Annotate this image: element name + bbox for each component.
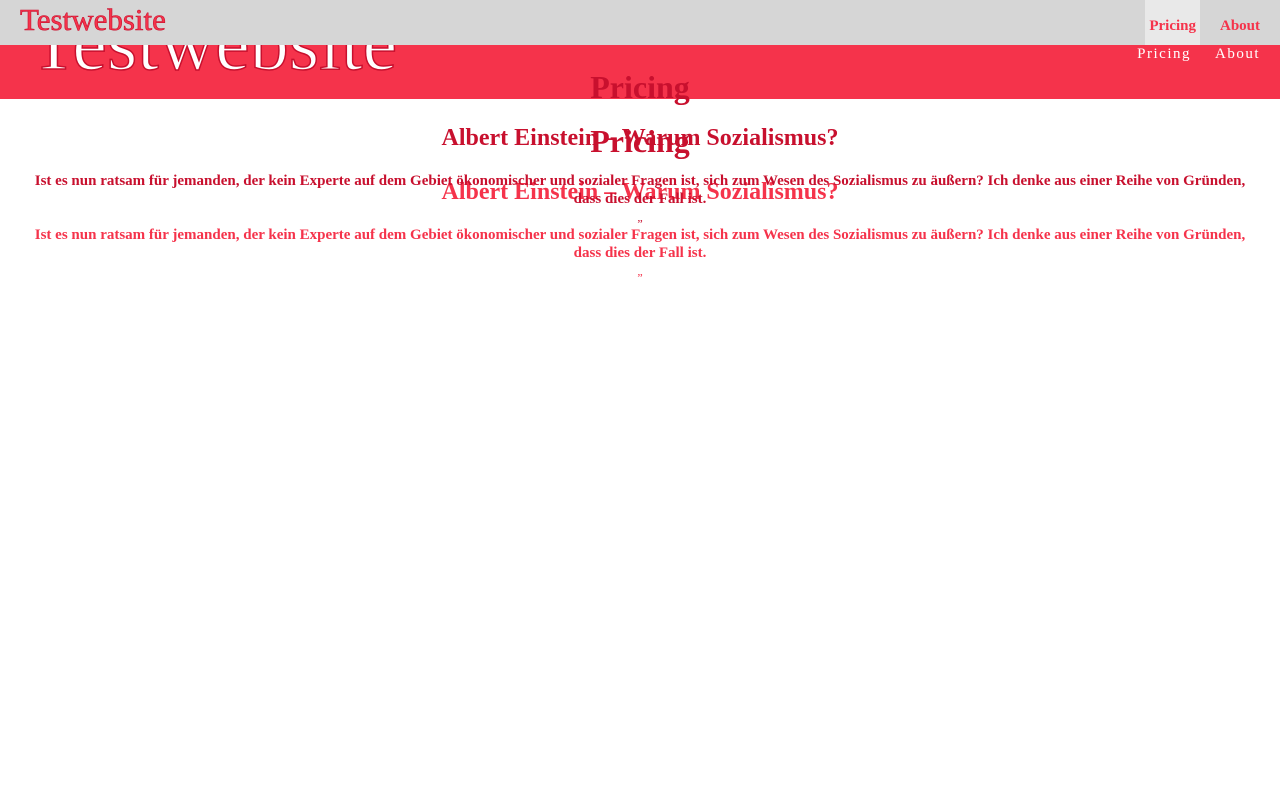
grey-header-bar [0, 0, 1280, 45]
site-logo[interactable]: Testwebsite [20, 4, 167, 36]
article-heading: Albert Einstein – Warum Sozialismus? [441, 125, 839, 151]
nav-item-pricing[interactable]: Pricing [1145, 0, 1200, 45]
nav-item-about-duplicate[interactable]: About [1191, 45, 1260, 63]
page: Testwebsite Pricing About Pricing Albert… [0, 0, 1280, 800]
main-nav: Pricing About [1145, 0, 1280, 45]
article-text-duplicate: Ist es nun ratsam für jemanden, der kein… [34, 227, 1246, 261]
nav-item-about[interactable]: About [1220, 0, 1280, 45]
quote-mark: „ [637, 210, 643, 224]
quote-mark-duplicate: „ [637, 264, 643, 278]
page-title: Pricing [590, 69, 690, 105]
nav-item-pricing-duplicate[interactable]: Pricing [1113, 45, 1191, 63]
main-nav-duplicate: Pricing About [1113, 45, 1260, 63]
article-text: Ist es nun ratsam für jemanden, der kein… [34, 173, 1246, 207]
